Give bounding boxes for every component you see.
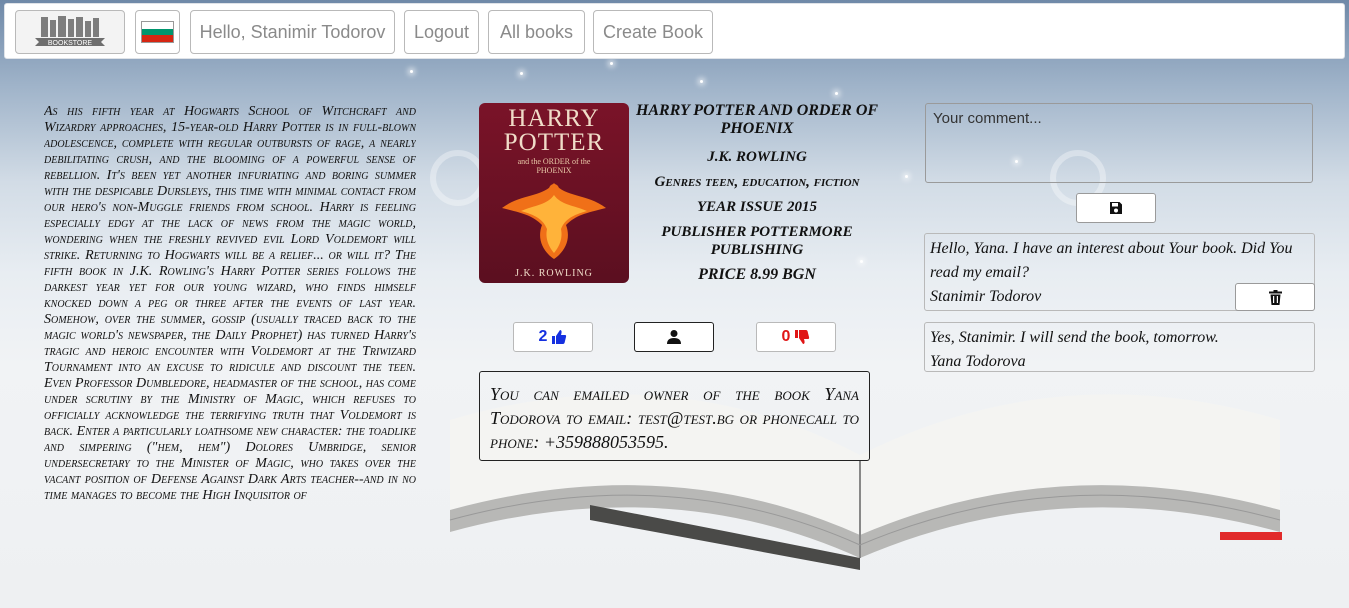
comment-text: Yes, Stanimir. I will send the book, tom… (930, 329, 1219, 346)
save-icon (1110, 202, 1122, 214)
all-books-button[interactable]: All books (488, 10, 585, 54)
like-count: 2 (538, 328, 548, 345)
thumbs-up-icon (552, 330, 567, 344)
book-price: PRICE 8.99 BGN (698, 266, 816, 283)
sparkle (700, 80, 703, 83)
create-book-button[interactable]: Create Book (593, 10, 713, 54)
dislike-button[interactable]: 0 (756, 322, 836, 352)
book-title: HARRY POTTER AND ORDER OF PHOENIX (635, 102, 879, 137)
book-info: HARRY POTTER AND ORDER OF PHOENIX J.K. R… (634, 102, 880, 291)
book-author: J.K. ROWLING (707, 149, 807, 165)
sparkle (410, 70, 413, 73)
bookstore-logo-icon: BOOKSTORE (35, 16, 105, 47)
navbar: BOOKSTORE Hello, Stanimir Todorov Logout… (4, 3, 1345, 59)
comment-input[interactable] (925, 103, 1313, 183)
delete-comment-button[interactable] (1235, 283, 1315, 311)
language-flag-button[interactable] (135, 10, 180, 54)
greeting-button[interactable]: Hello, Stanimir Todorov (190, 10, 395, 54)
comment-text: Hello, Yana. I have an interest about Yo… (930, 240, 1293, 281)
sparkle (835, 92, 838, 95)
book-year: YEAR ISSUE 2015 (696, 199, 818, 215)
dislike-count: 0 (781, 328, 791, 345)
comment-author: Yana Todorova (930, 353, 1026, 370)
book-publisher: PUBLISHER POTTERMORE PUBLISHING (661, 224, 853, 258)
watermark-swirl (430, 150, 486, 206)
thumbs-down-icon (795, 330, 810, 344)
save-comment-button[interactable] (1076, 193, 1156, 223)
logout-button[interactable]: Logout (404, 10, 479, 54)
sparkle (610, 62, 613, 65)
cover-title: HARRY POTTER (503, 105, 605, 156)
like-button[interactable]: 2 (513, 322, 593, 352)
cover-author: J.K. ROWLING (515, 268, 593, 279)
owner-contact-info: You can emailed owner of the book Yana T… (479, 371, 870, 461)
phoenix-icon (502, 183, 606, 259)
owner-contact-button[interactable] (634, 322, 714, 352)
sparkle (905, 175, 908, 178)
book-description: As his fifth year at Hogwarts School of … (44, 104, 416, 503)
user-icon (667, 330, 681, 344)
bookstore-logo-button[interactable]: BOOKSTORE (15, 10, 125, 54)
trash-icon (1268, 289, 1282, 305)
book-cover-image[interactable]: HARRY POTTER and the ORDER of the PHOENI… (479, 103, 629, 283)
book-genres: Genres teen, education, fiction (654, 174, 860, 190)
sparkle (520, 72, 523, 75)
logo-text: BOOKSTORE (48, 40, 93, 47)
bulgaria-flag-icon (141, 21, 174, 43)
comment-item: Yes, Stanimir. I will send the book, tom… (924, 322, 1315, 372)
